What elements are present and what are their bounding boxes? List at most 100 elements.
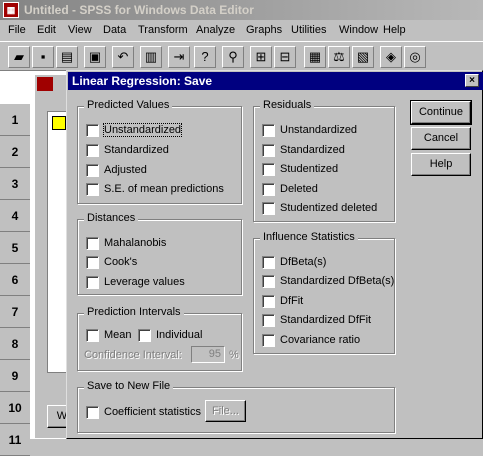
row-header[interactable]: 4: [0, 200, 30, 232]
resid-unstandardized-checkbox[interactable]: Unstandardized: [262, 123, 357, 137]
close-icon[interactable]: ×: [465, 74, 479, 87]
menu-data[interactable]: Data: [103, 24, 126, 36]
save-disk-icon[interactable]: ▪: [32, 46, 54, 68]
menu-analyze[interactable]: Analyze: [196, 24, 235, 36]
menu-utilities[interactable]: Utilities: [291, 24, 326, 36]
dialog-title: Linear Regression: Save: [72, 74, 213, 88]
split-file-icon[interactable]: ▦: [304, 46, 326, 68]
spss-app-icon[interactable]: ▦: [3, 2, 19, 18]
dialog-recall-icon[interactable]: ▣: [84, 46, 106, 68]
checkbox-box[interactable]: [262, 182, 275, 196]
pred-se-mean-checkbox[interactable]: S.E. of mean predictions: [86, 182, 224, 196]
undo-icon[interactable]: ↶: [112, 46, 134, 68]
leverage-checkbox[interactable]: Leverage values: [86, 275, 185, 289]
app-title: Untitled - SPSS for Windows Data Editor: [24, 3, 254, 17]
menu-bar: File Edit View Data Transform Analyze Gr…: [0, 20, 483, 40]
interval-individual-checkbox[interactable]: Individual: [138, 328, 202, 342]
goto-case-icon[interactable]: ⇥: [168, 46, 190, 68]
checkbox-box[interactable]: [86, 405, 99, 419]
continue-button[interactable]: Continue: [410, 100, 472, 125]
checkbox-box[interactable]: [86, 182, 99, 196]
row-header[interactable]: 9: [0, 360, 30, 392]
residuals-title: Residuals: [260, 99, 315, 111]
goto-chart-icon[interactable]: ▥: [140, 46, 162, 68]
checkbox-box[interactable]: [86, 236, 99, 250]
distances-title: Distances: [84, 212, 139, 224]
std-dffit-checkbox[interactable]: Standardized DfFit: [262, 313, 371, 327]
menu-edit[interactable]: Edit: [37, 24, 56, 36]
influence-statistics-title: Influence Statistics: [260, 231, 358, 243]
variables-info-icon[interactable]: ?: [194, 46, 216, 68]
mahalanobis-checkbox[interactable]: Mahalanobis: [86, 236, 166, 250]
open-folder-icon[interactable]: ▰: [8, 46, 30, 68]
checkbox-box[interactable]: [86, 143, 99, 157]
cooks-checkbox[interactable]: Cook's: [86, 255, 137, 269]
window-icon: [37, 77, 53, 91]
cancel-button[interactable]: Cancel: [411, 127, 471, 150]
save-to-new-file-group: Save to New File Coefficient statistics …: [77, 380, 395, 433]
checkbox-box[interactable]: [262, 255, 275, 269]
prediction-intervals-group: Prediction Intervals Mean Individual Con…: [77, 306, 242, 371]
file-button[interactable]: File...: [205, 400, 246, 422]
pred-unstandardized-checkbox[interactable]: Unstandardized: [86, 123, 183, 138]
row-header[interactable]: 5: [0, 232, 30, 264]
confidence-interval-label: Confidence Interval:: [84, 349, 182, 361]
checkbox-box[interactable]: [86, 328, 99, 342]
find-binoculars-icon[interactable]: ⚲: [222, 46, 244, 68]
checkbox-box[interactable]: [86, 163, 99, 177]
menu-file[interactable]: File: [8, 24, 26, 36]
covariance-ratio-checkbox[interactable]: Covariance ratio: [262, 333, 360, 347]
row-header[interactable]: 2: [0, 136, 30, 168]
insert-variable-icon[interactable]: ⊟: [274, 46, 296, 68]
confidence-interval-field[interactable]: 95: [191, 346, 225, 363]
dfbeta-checkbox[interactable]: DfBeta(s): [262, 255, 326, 269]
menu-view[interactable]: View: [68, 24, 92, 36]
dffit-checkbox[interactable]: DfFit: [262, 294, 303, 308]
menu-help[interactable]: Help: [383, 24, 406, 36]
toolbar: ▰ ▪ ▤ ▣ ↶ ▥ ⇥ ? ⚲ ⊞ ⊟ ▦ ⚖ ▧ ◈ ◎: [0, 41, 483, 71]
resid-standardized-checkbox[interactable]: Standardized: [262, 143, 345, 157]
checkbox-box[interactable]: [262, 333, 275, 347]
menu-transform[interactable]: Transform: [138, 24, 188, 36]
coefficient-statistics-checkbox[interactable]: Coefficient statistics: [86, 405, 201, 419]
checkbox-box[interactable]: [86, 275, 99, 289]
pred-standardized-checkbox[interactable]: Standardized: [86, 143, 169, 157]
checkbox-box[interactable]: [262, 201, 275, 215]
menu-graphs[interactable]: Graphs: [246, 24, 282, 36]
help-button[interactable]: Help: [411, 153, 471, 176]
checkbox-box[interactable]: [262, 123, 275, 137]
checkbox-box[interactable]: [86, 255, 99, 269]
std-dfbeta-checkbox[interactable]: Standardized DfBeta(s): [262, 274, 394, 288]
row-header[interactable]: 11: [0, 424, 30, 456]
use-sets-icon[interactable]: ◎: [404, 46, 426, 68]
checkbox-box[interactable]: [262, 162, 275, 176]
predicted-values-title: Predicted Values: [84, 99, 173, 111]
checkbox-box[interactable]: [262, 274, 275, 288]
row-header[interactable]: 8: [0, 328, 30, 360]
row-header[interactable]: 6: [0, 264, 30, 296]
row-header[interactable]: 10: [0, 392, 30, 424]
weight-cases-icon[interactable]: ⚖: [328, 46, 350, 68]
resid-studentized-checkbox[interactable]: Studentized: [262, 162, 338, 176]
print-icon[interactable]: ▤: [56, 46, 78, 68]
pred-adjusted-checkbox[interactable]: Adjusted: [86, 163, 147, 177]
row-header[interactable]: 3: [0, 168, 30, 200]
predicted-values-group: Predicted Values Unstandardized Standard…: [77, 99, 242, 204]
value-labels-icon[interactable]: ◈: [380, 46, 402, 68]
resid-deleted-checkbox[interactable]: Deleted: [262, 182, 318, 196]
checkbox-box[interactable]: [138, 328, 151, 342]
row-header[interactable]: 7: [0, 296, 30, 328]
save-to-new-file-title: Save to New File: [84, 380, 174, 392]
checkbox-box[interactable]: [86, 123, 99, 137]
resid-studentized-deleted-checkbox[interactable]: Studentized deleted: [262, 201, 377, 215]
app-titlebar: ▦ Untitled - SPSS for Windows Data Edito…: [0, 0, 483, 20]
insert-case-icon[interactable]: ⊞: [250, 46, 272, 68]
interval-mean-checkbox[interactable]: Mean: [86, 328, 132, 342]
row-header[interactable]: 1: [0, 104, 30, 136]
checkbox-box[interactable]: [262, 294, 275, 308]
checkbox-box[interactable]: [262, 143, 275, 157]
menu-window[interactable]: Window: [339, 24, 378, 36]
distances-group: Distances Mahalanobis Cook's Leverage va…: [77, 212, 242, 295]
select-cases-icon[interactable]: ▧: [352, 46, 374, 68]
checkbox-box[interactable]: [262, 313, 275, 327]
